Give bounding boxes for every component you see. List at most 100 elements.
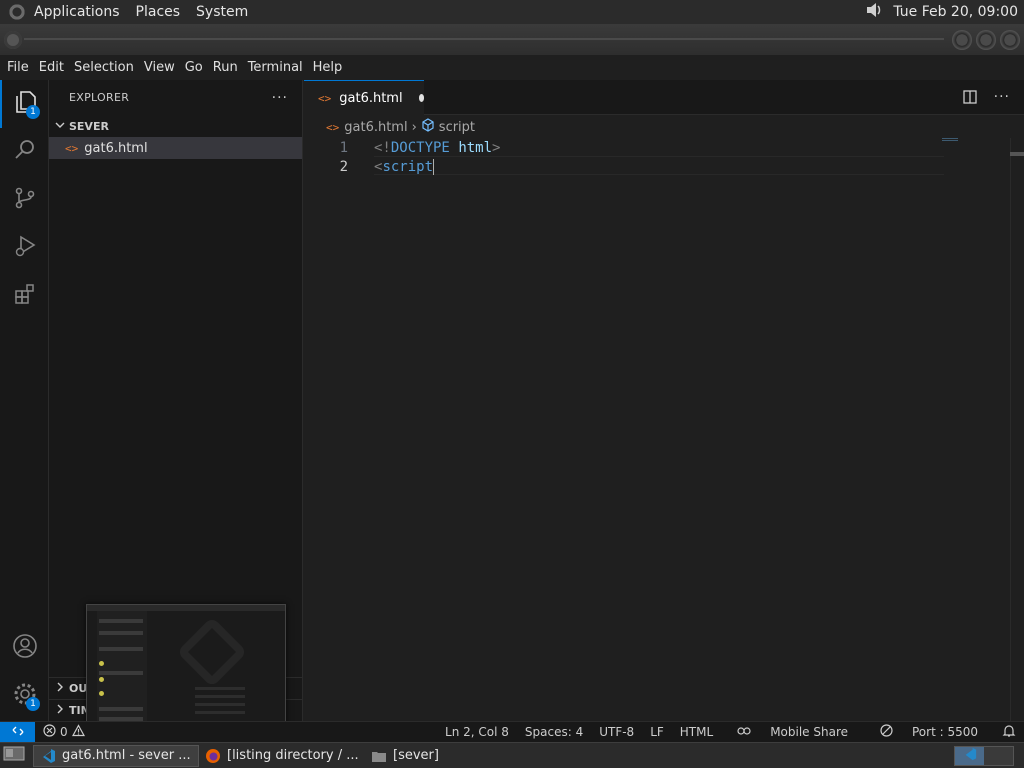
taskbar: gat6.html - sever ... [listing directory…	[0, 742, 1024, 768]
run-debug-activity[interactable]	[0, 224, 49, 272]
error-count: 0	[60, 725, 68, 739]
minimize-button[interactable]	[952, 30, 972, 50]
menu-help[interactable]: Help	[308, 60, 348, 75]
minimap[interactable]	[942, 138, 958, 142]
menu-selection[interactable]: Selection	[69, 60, 139, 75]
breadcrumb-symbol[interactable]: script	[439, 120, 475, 135]
search-activity[interactable]	[0, 128, 49, 176]
menu-file[interactable]: File	[2, 60, 34, 75]
line-number: 1	[339, 139, 348, 156]
explorer-activity[interactable]: 1	[0, 80, 49, 128]
places-menu[interactable]: Places	[128, 4, 189, 20]
preview-text	[195, 711, 245, 714]
cursor-position[interactable]: Ln 2, Col 8	[437, 725, 517, 739]
menu-run[interactable]: Run	[208, 60, 243, 75]
maximize-button[interactable]	[976, 30, 996, 50]
preview-python-icon	[99, 661, 104, 666]
menu-edit[interactable]: Edit	[34, 60, 69, 75]
taskbar-item-vscode[interactable]: gat6.html - sever ...	[33, 744, 199, 767]
window-titlebar[interactable]	[0, 25, 1024, 55]
menu-terminal[interactable]: Terminal	[243, 60, 308, 75]
titlebar-handle	[24, 38, 944, 40]
volume-icon[interactable]	[865, 1, 885, 23]
remote-icon	[11, 724, 25, 741]
code-text[interactable]: <script	[374, 158, 435, 175]
taskbar-item-firefox[interactable]: [listing directory / ...	[199, 745, 365, 767]
workspace-switcher[interactable]	[954, 745, 1014, 766]
applications-menu[interactable]: Applications	[26, 4, 128, 20]
menu-go[interactable]: Go	[180, 60, 208, 75]
file-item-gat6[interactable]: <> gat6.html	[49, 137, 302, 159]
file-item-label: gat6.html	[84, 140, 148, 156]
more-actions-icon[interactable]: ···	[994, 89, 1010, 109]
mobile-share-button[interactable]: Mobile Share	[721, 725, 864, 740]
source-control-activity[interactable]	[0, 176, 49, 224]
folder-name: SEVER	[69, 119, 109, 133]
symbol-element-icon	[421, 118, 435, 136]
chevron-right-icon	[53, 702, 67, 719]
warning-icon	[71, 724, 85, 740]
window-preview-thumbnail[interactable]	[86, 604, 286, 738]
live-server-port[interactable]: Port : 5500	[864, 724, 994, 740]
outline-label: OU	[69, 682, 88, 695]
menubar: File Edit Selection View Go Run Terminal…	[0, 55, 1024, 80]
error-icon	[43, 724, 56, 740]
scrollbar-thumb[interactable]	[1010, 152, 1024, 156]
status-bar: 0 Ln 2, Col 8 Spaces: 4 UTF-8 LF HTML Mo…	[0, 721, 1024, 743]
code-line[interactable]: 2 <script	[304, 157, 944, 176]
remote-indicator[interactable]	[0, 721, 35, 743]
workspace-1[interactable]	[955, 746, 984, 765]
editor-scrollbar[interactable]	[1010, 138, 1024, 721]
manage-activity[interactable]: 1	[0, 672, 49, 720]
preview-python-icon	[99, 691, 104, 696]
unsaved-dot-icon[interactable]	[418, 94, 424, 102]
preview-vscode-logo-icon	[176, 616, 248, 688]
window-menu-button[interactable]	[4, 31, 22, 49]
taskbar-item-file-manager[interactable]: [sever]	[365, 745, 531, 767]
taskbar-item-label: gat6.html - sever ...	[62, 748, 191, 763]
link-icon	[729, 725, 759, 740]
code-punct: >	[492, 139, 501, 156]
code-editor[interactable]: 1 <!DOCTYPE html> 2 <script	[304, 138, 1024, 721]
extensions-icon	[13, 282, 37, 310]
notifications-icon[interactable]	[994, 724, 1024, 741]
system-menu[interactable]: System	[188, 4, 256, 20]
code-text[interactable]: <!DOCTYPE html>	[374, 140, 500, 156]
taskbar-item-label: [sever]	[393, 748, 439, 763]
port-label: Port : 5500	[912, 725, 978, 739]
distro-logo-icon[interactable]	[8, 3, 26, 21]
sidebar-header: EXPLORER ···	[49, 80, 302, 115]
problems-indicator[interactable]: 0	[43, 724, 85, 740]
close-button[interactable]	[1000, 30, 1020, 50]
workspace-2[interactable]	[984, 746, 1013, 765]
vscode-icon	[963, 747, 977, 765]
preview-row	[99, 707, 143, 711]
firefox-icon	[205, 748, 221, 764]
breadcrumb: <> gat6.html › script	[304, 116, 1024, 138]
preview-text	[195, 703, 245, 706]
panel-clock[interactable]: Tue Feb 20, 09:00	[893, 4, 1018, 20]
end-of-line[interactable]: LF	[642, 725, 672, 739]
breadcrumb-file[interactable]: gat6.html	[344, 120, 407, 135]
preview-row	[99, 671, 143, 675]
vscode-icon	[40, 748, 56, 764]
preview-row	[99, 619, 143, 623]
split-editor-icon[interactable]	[962, 89, 978, 109]
menu-view[interactable]: View	[139, 60, 180, 75]
code-line[interactable]: 1 <!DOCTYPE html>	[304, 138, 944, 157]
folder-section-sever[interactable]: SEVER	[49, 115, 302, 137]
line-number: 2	[339, 158, 348, 175]
encoding[interactable]: UTF-8	[591, 725, 642, 739]
preview-text	[195, 687, 245, 690]
code-attribute: html	[458, 139, 493, 156]
accounts-activity[interactable]	[0, 624, 49, 672]
html-file-icon: <>	[318, 91, 332, 105]
preview-text	[195, 695, 245, 698]
indentation[interactable]: Spaces: 4	[517, 725, 591, 739]
language-mode[interactable]: HTML	[672, 725, 721, 739]
tab-gat6-html[interactable]: <> gat6.html	[304, 80, 424, 115]
show-desktop-icon[interactable]	[3, 745, 25, 767]
extensions-activity[interactable]	[0, 272, 49, 320]
activity-bar: 1 1	[0, 80, 49, 721]
more-actions-icon[interactable]: ···	[272, 90, 288, 106]
